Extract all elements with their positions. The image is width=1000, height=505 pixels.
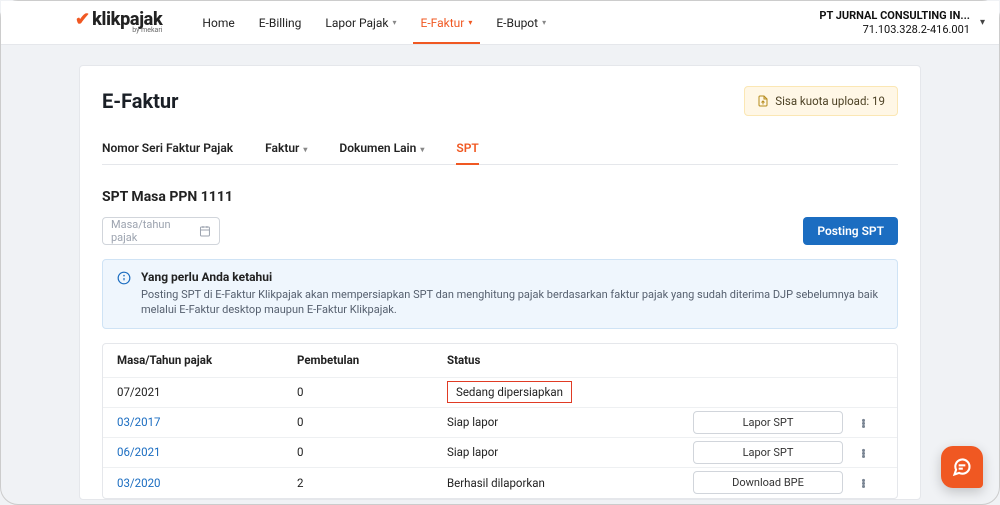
chat-fab[interactable] bbox=[941, 446, 983, 488]
nav-item-lapor-pajak[interactable]: Lapor Pajak▾ bbox=[313, 1, 408, 44]
sub-tabs: Nomor Seri Faktur Pajak Faktur▾ Dokumen La… bbox=[102, 132, 898, 165]
table-row: 03/20202Berhasil dilaporkanDownload BPE •… bbox=[103, 468, 897, 498]
posting-spt-button[interactable]: Posting SPT bbox=[803, 217, 898, 245]
cell-period: 07/2021 bbox=[117, 385, 297, 399]
calendar-icon bbox=[199, 225, 211, 237]
cell-period[interactable]: 03/2017 bbox=[117, 415, 297, 429]
cell-pembetulan: 0 bbox=[297, 415, 447, 429]
info-title: Yang perlu Anda ketahui bbox=[141, 270, 883, 284]
company-id: 71.103.328.2-416.001 bbox=[819, 23, 970, 36]
check-icon: ✔ bbox=[75, 11, 90, 29]
download-bpe-button[interactable]: Download BPE bbox=[693, 471, 843, 494]
spt-table: Masa/Tahun pajak Pembetulan Status 07/20… bbox=[102, 343, 898, 499]
nav-item-e-faktur[interactable]: E-Faktur▾ bbox=[409, 1, 485, 44]
lapor-spt-button[interactable]: Lapor SPT bbox=[693, 411, 843, 434]
status-highlight: Sedang dipersiapkan bbox=[447, 381, 572, 403]
top-navigation: ✔ klikpajak by mekari HomeE-BillingLapor… bbox=[1, 1, 999, 45]
chevron-down-icon: ▾ bbox=[980, 17, 985, 28]
chevron-down-icon: ▾ bbox=[542, 18, 546, 27]
nav-item-e-billing[interactable]: E-Billing bbox=[247, 1, 314, 44]
kebab-menu-icon[interactable]: ••• bbox=[861, 418, 865, 427]
tab-dokumen-lain[interactable]: Dokumen Lain▾ bbox=[339, 132, 424, 164]
cell-status: Berhasil dilaporkan bbox=[447, 476, 693, 490]
section-title: SPT Masa PPN 1111 bbox=[102, 189, 898, 205]
cell-status: Siap lapor bbox=[447, 415, 693, 429]
table-row: 06/20210Siap laporLapor SPT ••• bbox=[103, 438, 897, 468]
company-switcher[interactable]: PT JURNAL CONSULTING IN... 71.103.328.2-… bbox=[819, 9, 985, 35]
main-card: E-Faktur Sisa kuota upload: 19 Nomor Ser… bbox=[79, 65, 921, 500]
col-pembetulan: Pembetulan bbox=[297, 353, 447, 367]
company-name: PT JURNAL CONSULTING IN... bbox=[819, 9, 970, 22]
cell-status: Sedang dipersiapkan bbox=[447, 381, 693, 403]
quota-text: Sisa kuota upload: 19 bbox=[775, 94, 885, 108]
quota-badge: Sisa kuota upload: 19 bbox=[744, 86, 898, 116]
cell-period[interactable]: 06/2021 bbox=[117, 445, 297, 459]
chevron-down-icon: ▾ bbox=[303, 145, 307, 154]
cell-pembetulan: 0 bbox=[297, 385, 447, 399]
chat-icon bbox=[952, 457, 972, 477]
chevron-down-icon: ▾ bbox=[393, 18, 397, 27]
kebab-menu-icon[interactable]: ••• bbox=[861, 478, 865, 487]
info-body: Posting SPT di E-Faktur Klikpajak akan m… bbox=[141, 287, 883, 318]
upload-icon bbox=[757, 95, 769, 107]
tab-spt[interactable]: SPT bbox=[456, 132, 478, 164]
table-header: Masa/Tahun pajak Pembetulan Status bbox=[103, 344, 897, 378]
nav-item-e-bupot[interactable]: E-Bupot▾ bbox=[484, 1, 558, 44]
cell-pembetulan: 0 bbox=[297, 445, 447, 459]
period-input[interactable]: Masa/tahun pajak bbox=[102, 217, 220, 245]
lapor-spt-button[interactable]: Lapor SPT bbox=[693, 441, 843, 464]
brand-byline: by mekari bbox=[132, 27, 162, 34]
cell-status: Siap lapor bbox=[447, 445, 693, 459]
chevron-down-icon: ▾ bbox=[468, 18, 472, 27]
period-placeholder: Masa/tahun pajak bbox=[111, 218, 199, 244]
tab-nomor-seri-faktur-pajak[interactable]: Nomor Seri Faktur Pajak bbox=[102, 132, 233, 164]
info-banner: Yang perlu Anda ketahui Posting SPT di E… bbox=[102, 259, 898, 329]
col-period: Masa/Tahun pajak bbox=[117, 353, 297, 367]
chevron-down-icon: ▾ bbox=[420, 145, 424, 154]
page-title: E-Faktur bbox=[102, 89, 178, 113]
col-status: Status bbox=[447, 353, 693, 367]
cell-period[interactable]: 03/2020 bbox=[117, 476, 297, 490]
info-icon bbox=[117, 271, 131, 285]
tab-faktur[interactable]: Faktur▾ bbox=[265, 132, 307, 164]
table-row: 03/20170Siap laporLapor SPT ••• bbox=[103, 408, 897, 438]
table-row: 07/20210Sedang dipersiapkan bbox=[103, 378, 897, 408]
nav-item-home[interactable]: Home bbox=[190, 1, 246, 44]
cell-pembetulan: 2 bbox=[297, 476, 447, 490]
kebab-menu-icon[interactable]: ••• bbox=[861, 448, 865, 457]
brand-logo[interactable]: ✔ klikpajak by mekari bbox=[75, 11, 162, 34]
